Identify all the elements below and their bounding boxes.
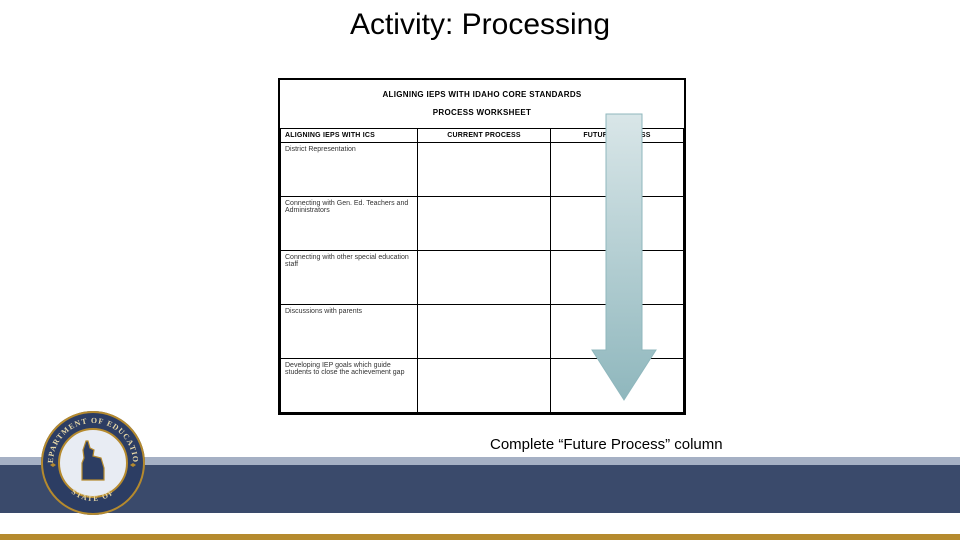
cell-current (418, 305, 551, 359)
col-header-future: FUTURE PROCESS (551, 129, 684, 143)
footer-gold-band (0, 534, 960, 540)
cell-future (551, 359, 684, 413)
cell-future (551, 305, 684, 359)
slide: Activity: Processing ALIGNING IEPS WITH … (0, 0, 960, 540)
slide-title: Activity: Processing (0, 8, 960, 42)
worksheet-table: ALIGNING IEPS WITH ICS CURRENT PROCESS F… (280, 128, 684, 413)
row-label: Connecting with Gen. Ed. Teachers and Ad… (281, 197, 418, 251)
cell-current (418, 251, 551, 305)
row-label: Discussions with parents (281, 305, 418, 359)
col-header-current: CURRENT PROCESS (418, 129, 551, 143)
row-label: Developing IEP goals which guide student… (281, 359, 418, 413)
worksheet-heading-line2: PROCESS WORKSHEET (433, 108, 531, 117)
state-seal-icon: DEPARTMENT OF EDUCATION STATE OF (38, 408, 148, 518)
cell-future (551, 197, 684, 251)
worksheet-heading-line1: ALIGNING IEPS WITH IDAHO CORE STANDARDS (382, 90, 581, 99)
cell-future (551, 143, 684, 197)
worksheet-heading: ALIGNING IEPS WITH IDAHO CORE STANDARDS … (280, 80, 684, 128)
worksheet: ALIGNING IEPS WITH IDAHO CORE STANDARDS … (278, 78, 686, 415)
cell-current (418, 359, 551, 413)
table-row: Connecting with other special education … (281, 251, 684, 305)
table-row: Discussions with parents (281, 305, 684, 359)
cell-current (418, 143, 551, 197)
cell-future (551, 251, 684, 305)
row-label: District Representation (281, 143, 418, 197)
table-row: District Representation (281, 143, 684, 197)
table-row: Connecting with Gen. Ed. Teachers and Ad… (281, 197, 684, 251)
row-label: Connecting with other special education … (281, 251, 418, 305)
table-header-row: ALIGNING IEPS WITH ICS CURRENT PROCESS F… (281, 129, 684, 143)
table-row: Developing IEP goals which guide student… (281, 359, 684, 413)
cell-current (418, 197, 551, 251)
col-header-aligning: ALIGNING IEPS WITH ICS (281, 129, 418, 143)
instruction-caption: Complete “Future Process” column (490, 436, 723, 453)
